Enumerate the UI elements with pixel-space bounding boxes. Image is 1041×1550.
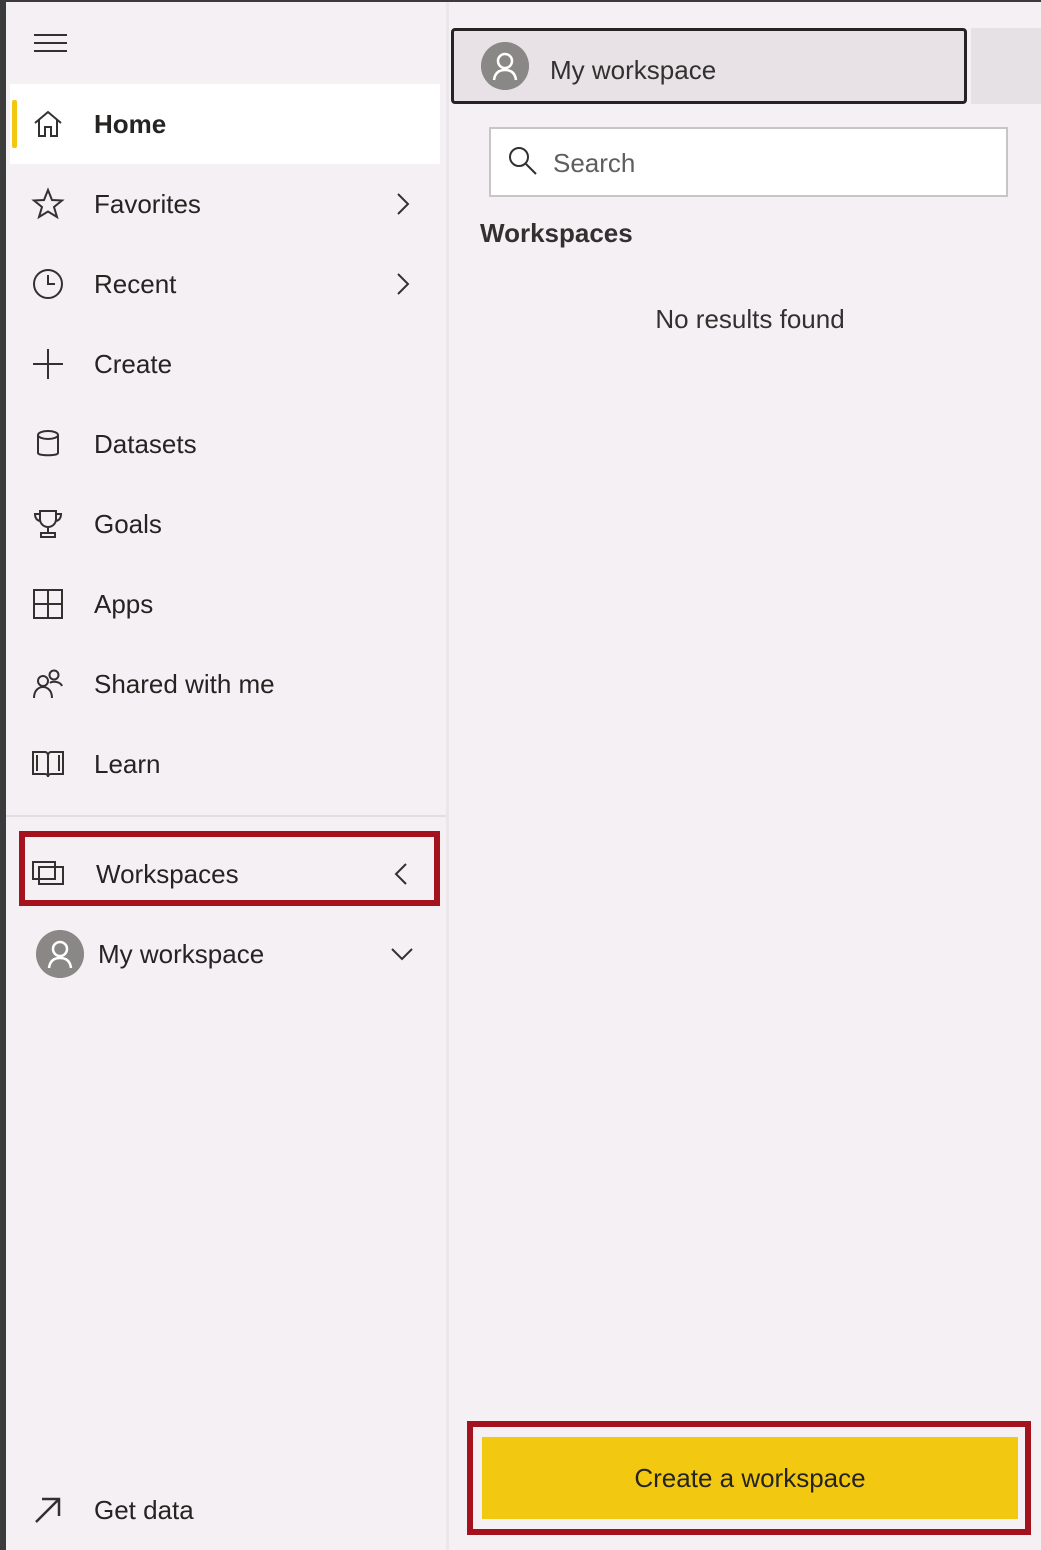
search-icon — [507, 145, 539, 177]
nav-item-datasets[interactable]: Datasets — [10, 404, 440, 484]
nav-item-label: Create — [94, 348, 173, 379]
hamburger-menu-icon[interactable] — [34, 32, 68, 54]
nav-item-goals[interactable]: Goals — [10, 484, 440, 564]
plus-icon — [30, 346, 66, 382]
nav-item-get-data[interactable]: Get data — [10, 1470, 440, 1550]
nav-item-label: Datasets — [94, 428, 197, 459]
nav-divider — [6, 815, 446, 817]
flyout-header-background — [971, 28, 1041, 104]
selected-indicator — [12, 100, 17, 148]
workspaces-section-title: Workspaces — [480, 218, 633, 248]
book-icon — [30, 746, 66, 782]
home-icon — [30, 106, 66, 142]
nav-item-favorites[interactable]: Favorites — [10, 164, 440, 244]
nav-item-label: Learn — [94, 748, 161, 779]
my-workspace-tab[interactable]: My workspace — [451, 28, 967, 104]
search-input[interactable] — [551, 143, 985, 183]
nav-item-home[interactable]: Home — [10, 84, 440, 164]
nav-item-label: Workspaces — [96, 858, 239, 889]
nav-item-label: Get data — [94, 1494, 194, 1525]
no-results-message: No results found — [655, 304, 845, 334]
nav-item-workspaces[interactable]: Workspaces — [10, 834, 440, 914]
trophy-icon — [30, 506, 66, 542]
create-workspace-button[interactable]: Create a workspace — [482, 1437, 1018, 1519]
arrow-up-right-icon — [30, 1492, 66, 1528]
clock-icon — [30, 266, 66, 302]
nav-item-label: Apps — [94, 588, 154, 619]
chevron-left-icon — [388, 860, 416, 888]
shared-people-icon — [30, 666, 66, 702]
workspaces-icon — [30, 856, 66, 892]
nav-item-label: Favorites — [94, 188, 201, 219]
apps-icon — [30, 586, 66, 622]
nav-item-my-workspace[interactable]: My workspace — [10, 914, 440, 994]
nav-item-label: Recent — [94, 268, 177, 299]
nav-item-label: My workspace — [98, 938, 265, 969]
nav-item-recent[interactable]: Recent — [10, 244, 440, 324]
star-icon — [30, 186, 66, 222]
workspace-search[interactable] — [489, 127, 1008, 197]
chevron-right-icon — [388, 270, 416, 298]
database-icon — [30, 426, 66, 462]
nav-item-label: Home — [94, 108, 167, 139]
nav-item-label: Goals — [94, 508, 162, 539]
my-workspace-tab-label: My workspace — [550, 55, 717, 85]
chevron-right-icon — [388, 190, 416, 218]
avatar — [481, 42, 529, 90]
nav-item-create[interactable]: Create — [10, 324, 440, 404]
pane-divider — [446, 2, 449, 1550]
nav-item-shared-with-me[interactable]: Shared with me — [10, 644, 440, 724]
avatar — [36, 930, 84, 978]
chevron-down-icon — [388, 940, 416, 968]
nav-item-apps[interactable]: Apps — [10, 564, 440, 644]
nav-item-learn[interactable]: Learn — [10, 724, 440, 804]
nav-item-label: Shared with me — [94, 668, 275, 699]
